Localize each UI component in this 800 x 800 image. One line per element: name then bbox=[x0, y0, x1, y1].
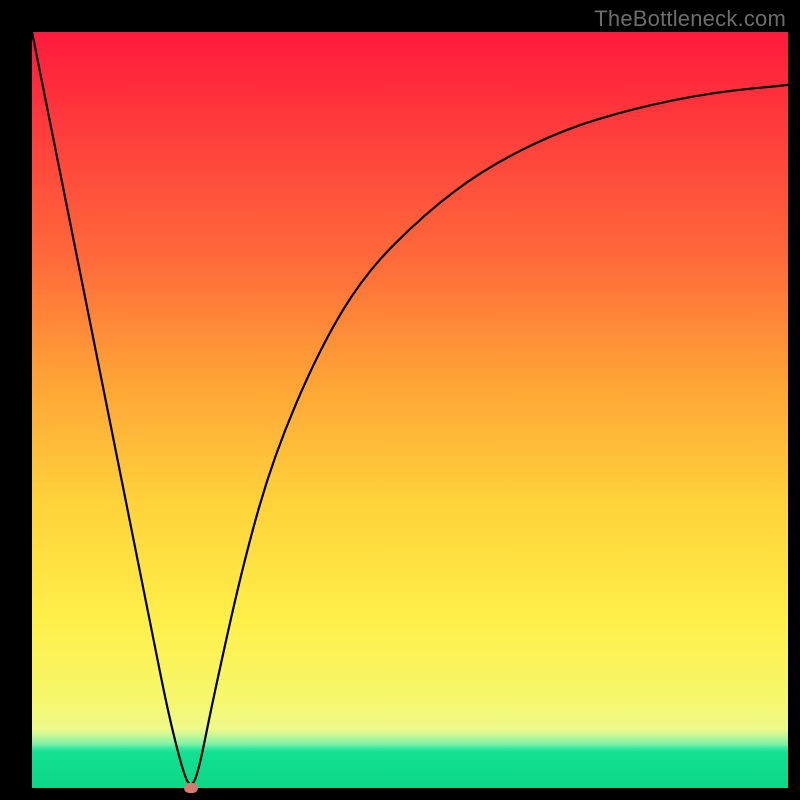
bottleneck-curve bbox=[32, 32, 788, 788]
watermark-text: TheBottleneck.com bbox=[594, 6, 786, 32]
chart-frame: TheBottleneck.com bbox=[0, 0, 800, 800]
plot-area bbox=[32, 32, 788, 788]
minimum-marker bbox=[184, 783, 198, 793]
curve-path bbox=[32, 32, 788, 784]
